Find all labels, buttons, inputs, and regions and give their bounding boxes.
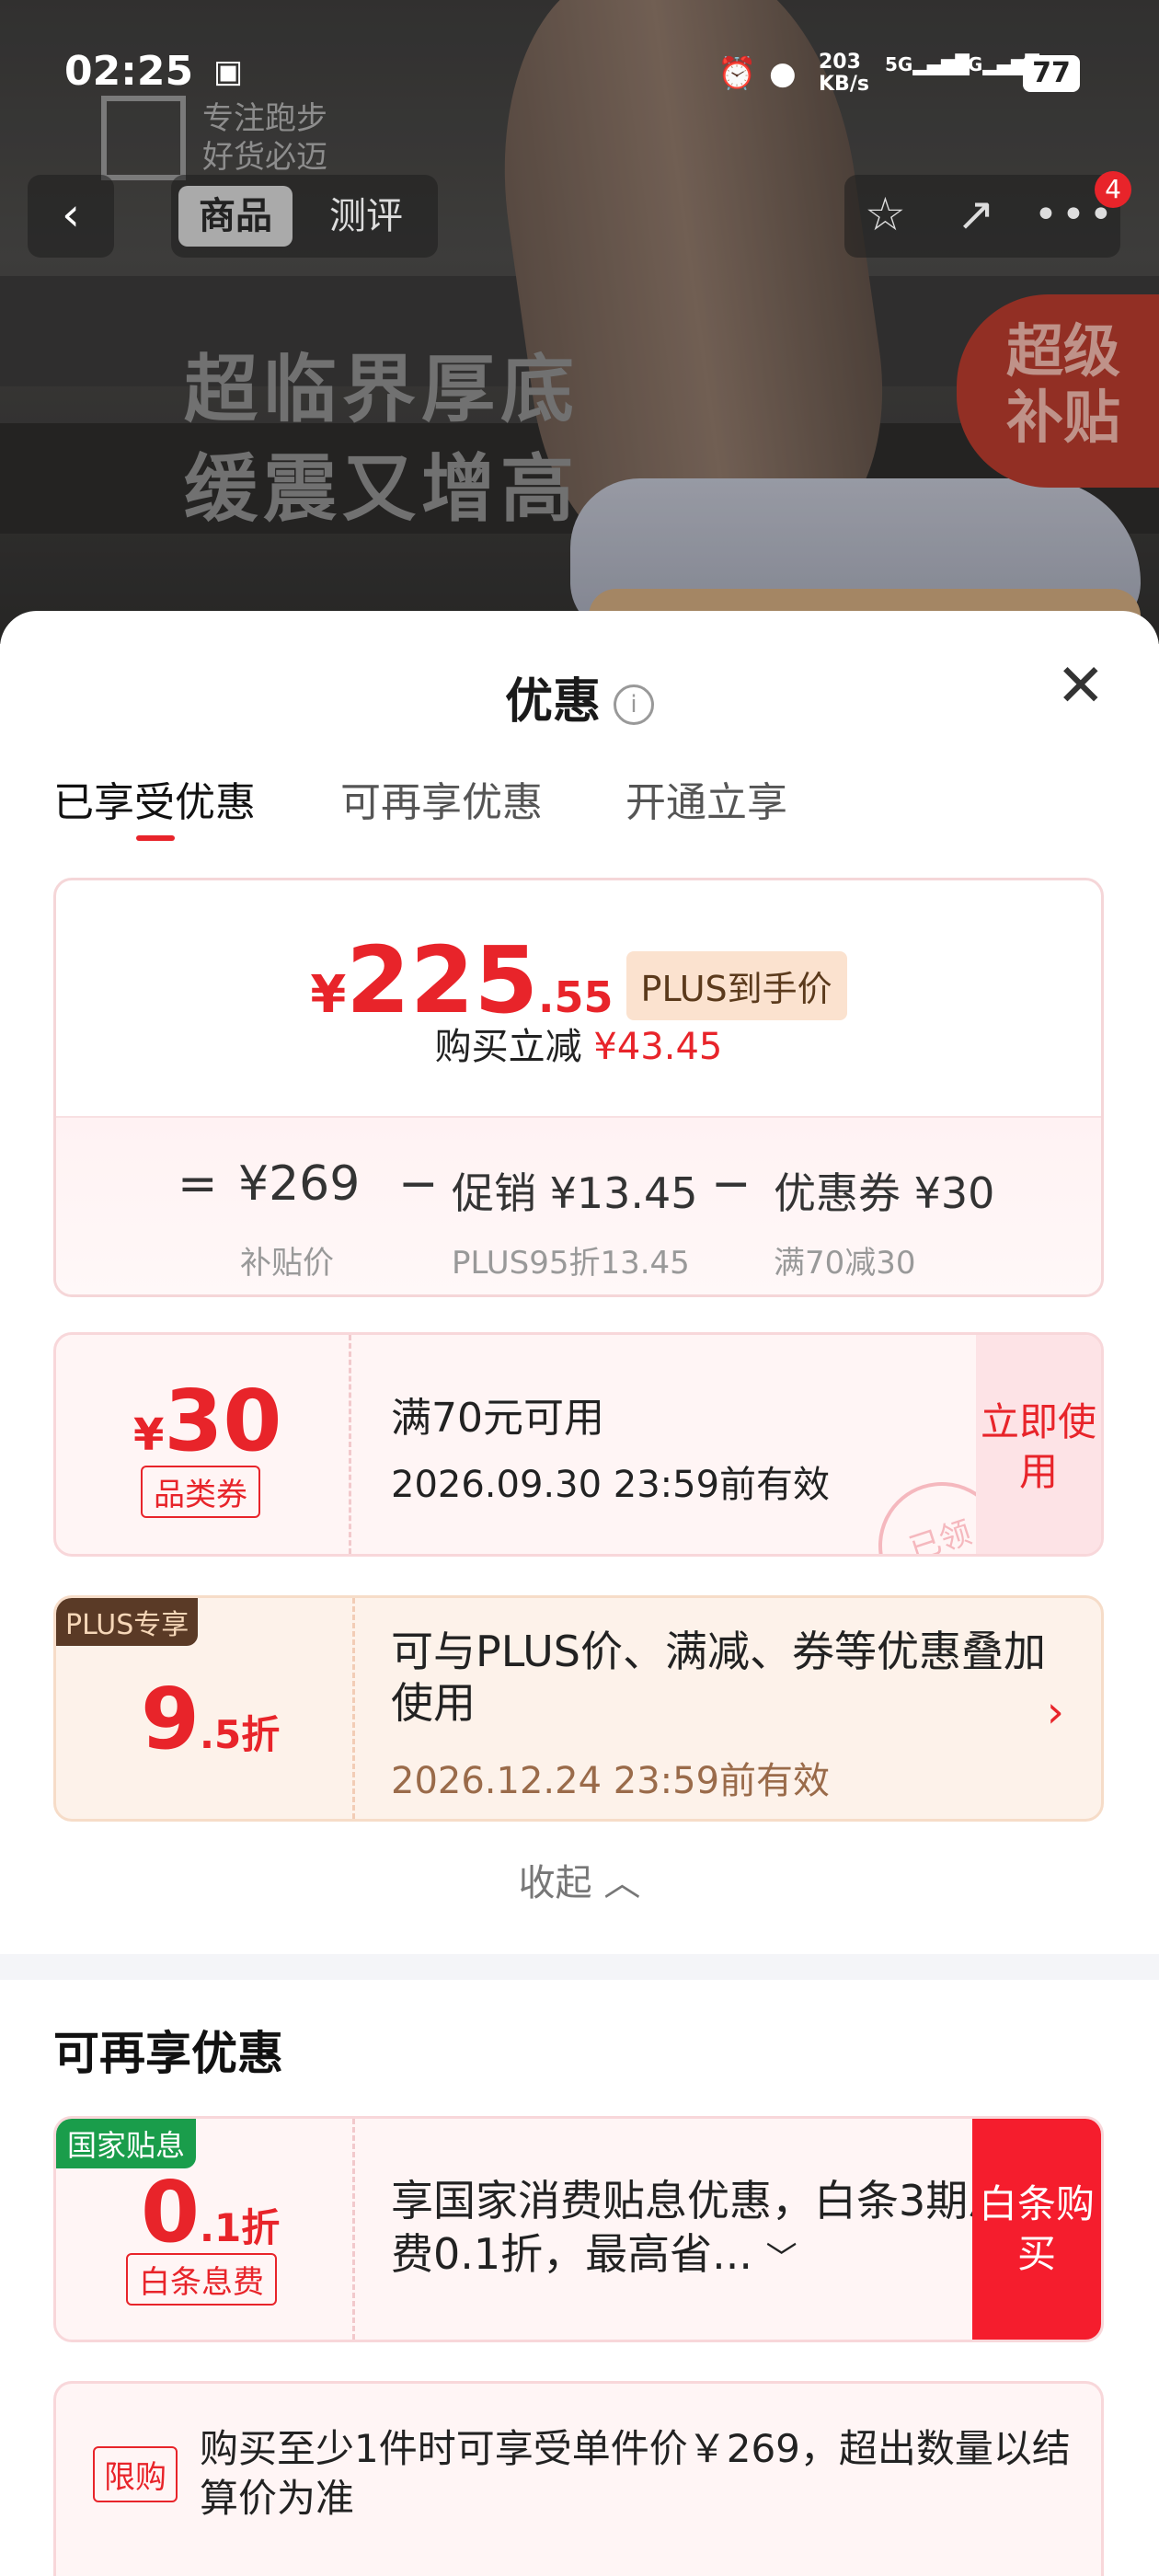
tab-open-enjoy[interactable]: 开通立享 — [625, 769, 787, 828]
brand-slogan-line1: 专注跑步 — [202, 100, 327, 137]
share-icon[interactable]: ↗ — [957, 188, 995, 241]
back-button[interactable]: ‹ — [28, 175, 114, 258]
chevron-down-icon: ﹀ — [765, 2240, 798, 2277]
coupon-amount-value: 30 — [164, 1372, 282, 1470]
favorite-star-icon[interactable]: ☆ — [865, 188, 906, 241]
discount-suffix: .1折 — [200, 2205, 281, 2250]
sheet-title: 优惠 i — [0, 662, 1159, 731]
net-speed-value: 203 — [819, 51, 861, 74]
chevron-up-icon: ︿ — [603, 1862, 641, 1904]
tab-product[interactable]: 商品 — [178, 186, 293, 247]
brand-slogan: 专注跑步 好货必迈 — [202, 99, 327, 177]
net-speed: 203 KB/s — [819, 52, 869, 96]
plus-discount-rate: 9.5折 — [141, 1670, 280, 1768]
coupon-condition: 满70元可用 — [391, 1395, 604, 1442]
baitiao-buy-button[interactable]: 白条购买 — [972, 2119, 1101, 2340]
limit-badge: 限购 — [93, 2446, 178, 2502]
currency-symbol: ¥ — [133, 1409, 165, 1461]
discount-sheet: 优惠 i ✕ 已享受优惠 可再享优惠 开通立享 ¥225.55 PLUS到手价 购买… — [0, 611, 1159, 2576]
final-price-card: ¥225.55 PLUS到手价 购买立减 ¥43.45 = ¥269 补贴价 − … — [53, 878, 1104, 1297]
card-divider — [352, 1598, 355, 1819]
subsidy-discount-rate: 0.1折 — [141, 2163, 280, 2261]
section-divider — [0, 1954, 1159, 1980]
discount-integer: 9 — [141, 1670, 201, 1768]
use-now-button[interactable]: 立即使用 — [976, 1335, 1101, 1554]
signal-label: 5G — [885, 53, 913, 75]
chevron-right-icon[interactable]: › — [1047, 1686, 1064, 1738]
subsidy-price-label: 补贴价 — [240, 1245, 334, 1282]
card-divider — [352, 2119, 355, 2340]
plus-discount-card[interactable]: PLUS专享 9.5折 可与PLUS价、满减、券等优惠叠加使用 2026.12.… — [53, 1595, 1104, 1822]
subsidy-type-badge: 白条息费 — [126, 2253, 277, 2306]
coupon-discount-label: 满70减30 — [774, 1245, 916, 1282]
active-tab-indicator — [136, 835, 175, 841]
info-icon[interactable]: i — [614, 684, 654, 725]
plus-exclusive-ribbon: PLUS专享 — [56, 1598, 199, 1646]
promo-discount: 促销 ¥13.45 — [452, 1168, 698, 1218]
tab-more-discounts[interactable]: 可再享优惠 — [340, 769, 543, 828]
location-icon: ● — [769, 55, 797, 92]
coupon-type-badge: 品类券 — [141, 1466, 260, 1518]
minus-sign: − — [398, 1156, 439, 1212]
tab-review[interactable]: 测评 — [309, 186, 423, 247]
coupon-validity: 2026.09.30 23:59前有效 — [391, 1464, 831, 1506]
limit-description: 购买至少1件时可享受单件价￥269，超出数量以结算价为准 — [200, 2426, 1071, 2521]
discount-suffix: .5折 — [200, 1712, 281, 1757]
coupon-discount: 优惠券 ¥30 — [774, 1168, 995, 1218]
subsidy-description[interactable]: 享国家消费贴息优惠，白条3期息费0.1折，最高省... ﹀ — [391, 2174, 1035, 2285]
coupon-amount: ¥30 — [133, 1372, 281, 1470]
category-coupon-card[interactable]: ¥30 品类券 满70元可用 2026.09.30 23:59前有效 已领 立即… — [53, 1332, 1104, 1557]
alarm-icon: ⏰ — [717, 55, 757, 92]
equals-sign: = — [178, 1156, 218, 1212]
reduction-value: ¥43.45 — [593, 1026, 723, 1068]
national-subsidy-ribbon: 国家贴息 — [56, 2119, 197, 2168]
brand-slogan-line2: 好货必迈 — [202, 139, 327, 176]
collapse-button[interactable]: 收起 ︿ — [0, 1853, 1159, 1906]
plus-price-tag: PLUS到手价 — [625, 951, 847, 1020]
sheet-title-text: 优惠 — [504, 674, 601, 730]
tab-enjoyed-discounts[interactable]: 已享受优惠 — [53, 769, 256, 828]
brand-mark-icon — [101, 96, 186, 180]
plus-discount-description: 可与PLUS价、满减、券等优惠叠加使用 — [391, 1627, 1046, 1728]
subsidy-price: ¥269 — [238, 1156, 361, 1212]
chevron-left-icon: ‹ — [62, 188, 80, 241]
clock: 02:25 — [64, 48, 194, 95]
purchase-limit-card: 限购 购买至少1件时可享受单件价￥269，超出数量以结算价为准 — [53, 2381, 1104, 2576]
nav-actions: ☆ ↗ ••• — [844, 175, 1120, 258]
reduction-label: 购买立减 — [434, 1026, 582, 1068]
notification-icon: ▣ — [213, 53, 244, 90]
more-discounts-title: 可再享优惠 — [53, 2027, 283, 2080]
subsidy-description-text: 享国家消费贴息优惠，白条3期息费0.1折，最高省... — [391, 2176, 1011, 2279]
product-tabs: 商品 测评 — [171, 175, 438, 258]
net-speed-unit: KB/s — [819, 73, 869, 96]
plus-discount-validity: 2026.12.24 23:59前有效 — [391, 1760, 831, 1802]
minus-sign: − — [711, 1156, 752, 1212]
collapse-label: 收起 — [518, 1862, 592, 1904]
promo-discount-label: PLUS95折13.45 — [452, 1245, 690, 1282]
discount-integer: 0 — [141, 2163, 201, 2261]
message-count-badge: 4 — [1095, 171, 1131, 208]
instant-reduction: 购买立减 ¥43.45 — [56, 1017, 1101, 1070]
interest-subsidy-card[interactable]: 国家贴息 0.1折 白条息费 享国家消费贴息优惠，白条3期息费0.1折，最高省.… — [53, 2116, 1104, 2342]
battery-icon: 77 — [1023, 55, 1080, 92]
signal-label: 5G — [955, 53, 983, 75]
close-icon[interactable]: ✕ — [1056, 657, 1106, 716]
brand-logo: 专注跑步 好货必迈 — [101, 92, 350, 184]
price-decimal: .55 — [538, 972, 614, 1022]
